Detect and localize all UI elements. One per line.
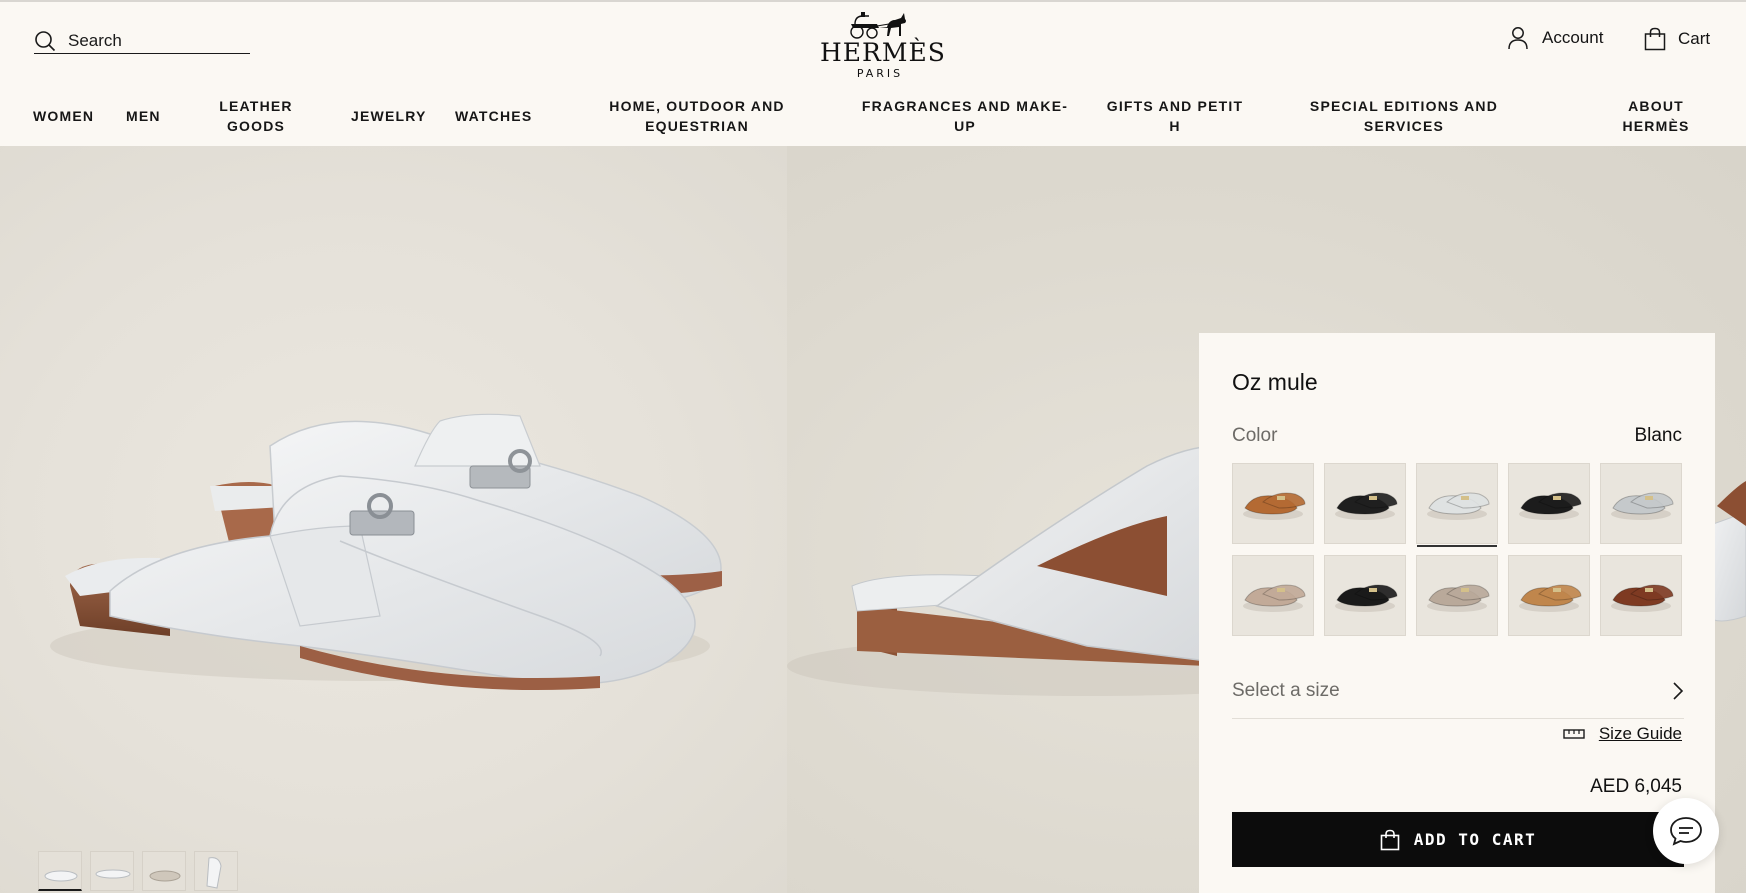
nav-item-women[interactable]: Women <box>33 106 94 126</box>
brown-mule-swatch <box>1611 584 1674 612</box>
add-to-cart-button[interactable]: ADD TO CART <box>1232 812 1684 867</box>
thumbnail-mule-icon <box>95 869 131 879</box>
product-title: Oz mule <box>1232 369 1318 395</box>
thumbnail-mule-icon <box>44 870 78 882</box>
color-value: Blanc <box>1634 425 1682 446</box>
nav-item-fragrances[interactable]: Fragrances and make-up <box>858 96 1072 136</box>
tan-mule-swatch <box>1243 492 1306 520</box>
color-swatch-3[interactable] <box>1416 463 1498 547</box>
etoupe-mule-swatch <box>1427 584 1490 612</box>
nav-item-leather-goods[interactable]: Leather goods <box>210 96 302 136</box>
nav-item-gifts[interactable]: Gifts and petit h <box>1100 96 1250 136</box>
thumbnail-4[interactable] <box>194 851 238 891</box>
thumbnail-mule-icon <box>206 857 222 889</box>
color-swatch-2[interactable] <box>1324 463 1406 544</box>
size-placeholder: Select a size <box>1232 679 1340 701</box>
thumbnail-strip <box>38 851 238 891</box>
black-mule-swatch <box>1335 492 1398 520</box>
size-selector[interactable]: Select a size <box>1232 663 1684 719</box>
nav-item-jewelry[interactable]: Jewelry <box>351 106 427 126</box>
product-price: AED 6,045 <box>1590 776 1682 797</box>
carriage-icon <box>850 12 906 39</box>
nav-item-home-outdoor[interactable]: Home, outdoor and equestrian <box>597 96 797 136</box>
product-image-main[interactable] <box>0 146 787 893</box>
black-open-mule-swatch <box>1335 584 1398 612</box>
taupe-mule-swatch <box>1243 584 1306 612</box>
thumbnail-2[interactable] <box>90 851 134 891</box>
account-link[interactable]: Account <box>1508 26 1603 50</box>
thumbnail-1[interactable] <box>38 851 82 891</box>
shopping-bag-icon <box>1380 829 1400 850</box>
color-label: Color <box>1232 425 1278 446</box>
nav-item-men[interactable]: Men <box>126 106 161 126</box>
color-swatch-4[interactable] <box>1508 463 1590 544</box>
logo-wordmark: HERMÈS <box>820 38 946 67</box>
color-swatch-grid <box>1232 463 1684 636</box>
color-swatch-7[interactable] <box>1324 555 1406 636</box>
color-swatch-9[interactable] <box>1508 555 1590 636</box>
color-swatch-5[interactable] <box>1600 463 1682 544</box>
mule-pair-image <box>50 413 722 690</box>
color-swatch-1[interactable] <box>1232 463 1314 544</box>
chevron-right-icon <box>1673 681 1684 700</box>
search-field[interactable]: Search <box>34 28 250 54</box>
hermes-logo[interactable]: HERMÈS PARIS <box>820 8 946 80</box>
logo-subtitle: PARIS <box>856 67 904 80</box>
user-icon <box>1508 27 1528 50</box>
color-swatch-6[interactable] <box>1232 555 1314 636</box>
thumbnail-mule-icon <box>149 870 181 882</box>
account-label: Account <box>1542 28 1604 47</box>
search-label: Search <box>68 30 122 50</box>
nav-item-special-editions[interactable]: Special editions and services <box>1302 96 1506 136</box>
cart-link[interactable]: Cart <box>1644 27 1710 51</box>
site-header: Search HERMÈS PARIS Account Cart Women M… <box>0 0 1746 146</box>
nav-item-watches[interactable]: Watches <box>455 106 532 126</box>
color-swatch-10[interactable] <box>1600 555 1682 636</box>
fauve-mule-swatch <box>1519 584 1582 612</box>
cart-label: Cart <box>1678 29 1711 48</box>
add-to-cart-label: ADD TO CART <box>1413 830 1537 849</box>
size-guide-link[interactable]: Size Guide <box>1563 724 1682 744</box>
search-icon <box>35 30 56 51</box>
color-swatch-8[interactable] <box>1416 555 1498 636</box>
chat-bubble-icon <box>1670 817 1702 846</box>
product-info-card: Oz mule Color Blanc Select a size Size G… <box>1199 333 1715 893</box>
shopping-bag-icon <box>1644 27 1666 51</box>
thumbnail-3[interactable] <box>142 851 186 891</box>
white-mule-swatch <box>1427 492 1490 520</box>
black-gold-mule-swatch <box>1519 492 1582 520</box>
nav-item-about[interactable]: About Hermès <box>1606 96 1706 136</box>
main-navigation: Women Men Leather goods Jewelry Watches … <box>0 96 1746 140</box>
size-guide-label: Size Guide <box>1598 724 1682 743</box>
grey-mule-swatch <box>1611 492 1674 520</box>
chat-button[interactable] <box>1653 798 1719 864</box>
ruler-icon <box>1563 729 1585 739</box>
